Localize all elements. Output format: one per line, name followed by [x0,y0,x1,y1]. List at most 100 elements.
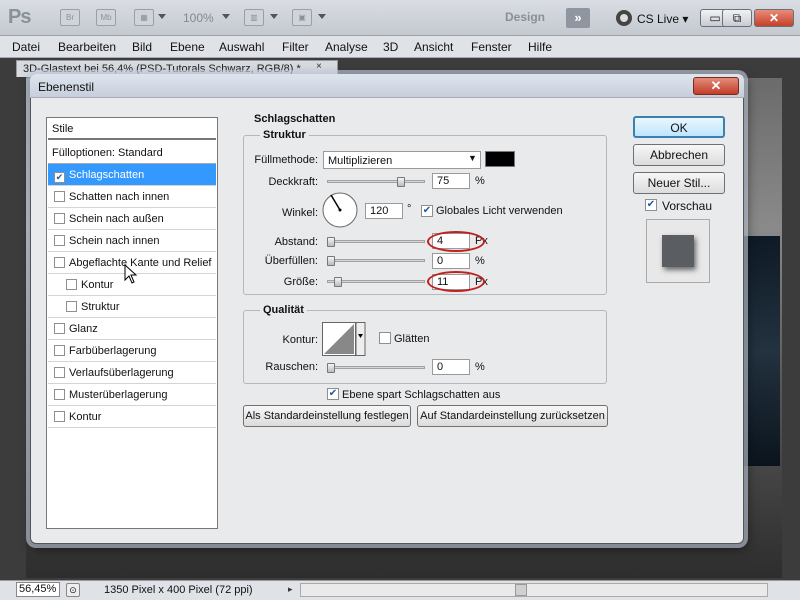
menu-hilfe[interactable]: Hilfe [528,40,552,54]
checkbox-icon[interactable] [54,213,65,224]
section-title: Schlagschatten [251,113,339,125]
antialias-label: Glätten [394,333,430,345]
make-default-button[interactable]: Als Standardeinstellung festlegen [243,405,411,427]
reset-default-button[interactable]: Auf Standardeinstellung zurücksetzen [417,405,608,427]
style-item-color-overlay[interactable]: Farbüberlagerung [48,340,216,362]
style-item-stroke[interactable]: Kontur [48,406,216,428]
bridge-icon[interactable]: Br [60,9,80,26]
menu-ansicht[interactable]: Ansicht [414,40,453,54]
noise-field[interactable]: 0 [432,359,470,375]
style-item-gradient-overlay[interactable]: Verlaufsüberlagerung [48,362,216,384]
zoom-field[interactable]: 56,45% [16,582,60,597]
scrollbar-thumb[interactable] [515,584,527,596]
checkbox-icon[interactable] [54,389,65,400]
styles-header[interactable]: Stile [48,118,216,140]
spread-slider[interactable] [327,259,425,262]
style-item-pattern-overlay[interactable]: Musterüberlagerung [48,384,216,406]
close-dialog-button[interactable]: ✕ [693,77,739,95]
global-light-checkbox[interactable]: ✔ [421,205,433,217]
spread-field[interactable]: 0 [432,253,470,269]
menu-filter[interactable]: Filter [282,40,309,54]
spread-slider-handle[interactable] [327,256,335,266]
checkbox-icon[interactable] [66,279,77,290]
distance-slider-handle[interactable] [327,237,335,247]
style-item-texture[interactable]: Struktur [48,296,216,318]
blend-mode-label: Füllmethode: [254,154,318,166]
dialog-titlebar[interactable] [30,74,744,98]
mini-bridge-icon[interactable]: Mb [96,9,116,26]
noise-slider[interactable] [327,366,425,369]
style-item-inner-glow[interactable]: Schein nach innen [48,230,216,252]
menu-auswahl[interactable]: Auswahl [219,40,264,54]
cs-live-icon[interactable] [616,10,632,26]
style-item-inner-shadow[interactable]: Schatten nach innen [48,186,216,208]
style-item-outer-glow[interactable]: Schein nach außen [48,208,216,230]
noise-unit: % [475,361,485,373]
angle-dial[interactable] [320,190,360,230]
blend-mode-select[interactable]: Multiplizieren [323,151,481,169]
chevron-down-icon[interactable] [270,14,278,19]
menu-ebene[interactable]: Ebene [170,40,205,54]
menu-datei[interactable]: Datei [12,40,40,54]
menu-analyse[interactable]: Analyse [325,40,368,54]
checkbox-icon[interactable] [54,411,65,422]
distance-label: Abstand: [274,236,318,248]
chevron-down-icon[interactable]: ▼ [468,153,477,163]
opacity-unit: % [475,175,485,187]
menu-3d[interactable]: 3D [383,40,398,54]
blending-options-item[interactable]: Fülloptionen: Standard [48,142,216,164]
style-item-drop-shadow[interactable]: ✔ Schlagschatten [48,164,216,186]
knockout-checkbox[interactable]: ✔ [327,388,339,400]
cs-live-menu[interactable]: CS Live ▾ [637,12,688,26]
chevron-down-icon[interactable] [318,14,326,19]
spread-unit: % [475,255,485,267]
ok-button[interactable]: OK [633,116,725,138]
preview-swatch [662,235,694,267]
restore-button[interactable]: ⧉ [722,9,752,27]
menu-fenster[interactable]: Fenster [471,40,512,54]
status-info-icon[interactable]: ⊙ [66,583,80,597]
checkbox-icon[interactable] [54,367,65,378]
checkbox-icon[interactable] [54,191,65,202]
status-menu-arrow[interactable]: ▸ [288,584,293,595]
workspace-expand-button[interactable]: » [566,8,590,28]
photoshop-logo: Ps [8,6,31,28]
menu-bearbeiten[interactable]: Bearbeiten [58,40,116,54]
structure-title: Struktur [260,129,309,141]
checkbox-icon[interactable] [54,257,65,268]
view-extras-icon[interactable]: ▦ [134,9,154,26]
chevron-down-icon[interactable] [222,14,230,19]
opacity-slider[interactable] [327,180,425,183]
preview-checkbox[interactable]: ✔ [645,199,657,211]
antialias-checkbox[interactable] [379,332,391,344]
checkbox-icon[interactable] [54,345,65,356]
close-window-button[interactable]: ✕ [754,9,794,27]
angle-field[interactable]: 120 [365,203,403,219]
chevron-down-icon[interactable] [158,14,166,19]
contour-picker[interactable] [322,322,366,356]
horizontal-scrollbar[interactable] [300,583,768,597]
screen-mode-icon[interactable]: ▣ [292,9,312,26]
checkbox-icon[interactable] [54,323,65,334]
opacity-field[interactable]: 75 [432,173,470,189]
distance-slider[interactable] [327,240,425,243]
checkbox-icon[interactable] [66,301,77,312]
zoom-level[interactable]: 100% [183,11,214,25]
menu-bild[interactable]: Bild [132,40,152,54]
dialog-title: Ebenenstil [38,80,95,94]
style-item-satin[interactable]: Glanz [48,318,216,340]
angle-unit: ° [407,203,412,215]
cancel-button[interactable]: Abbrechen [633,144,725,166]
workspace-design-button[interactable]: Design [505,10,545,24]
checkbox-icon[interactable] [54,235,65,246]
size-slider-handle[interactable] [334,277,342,287]
noise-slider-handle[interactable] [327,363,335,373]
opacity-slider-handle[interactable] [397,177,405,187]
spread-label: Überfüllen: [264,255,318,267]
checkbox-icon[interactable]: ✔ [54,172,65,183]
new-style-button[interactable]: Neuer Stil... [633,172,725,194]
shadow-color-swatch[interactable] [485,151,515,167]
close-tab-icon[interactable]: × [316,61,322,72]
mouse-cursor-icon [124,264,138,284]
arrange-documents-icon[interactable]: ▥ [244,9,264,26]
